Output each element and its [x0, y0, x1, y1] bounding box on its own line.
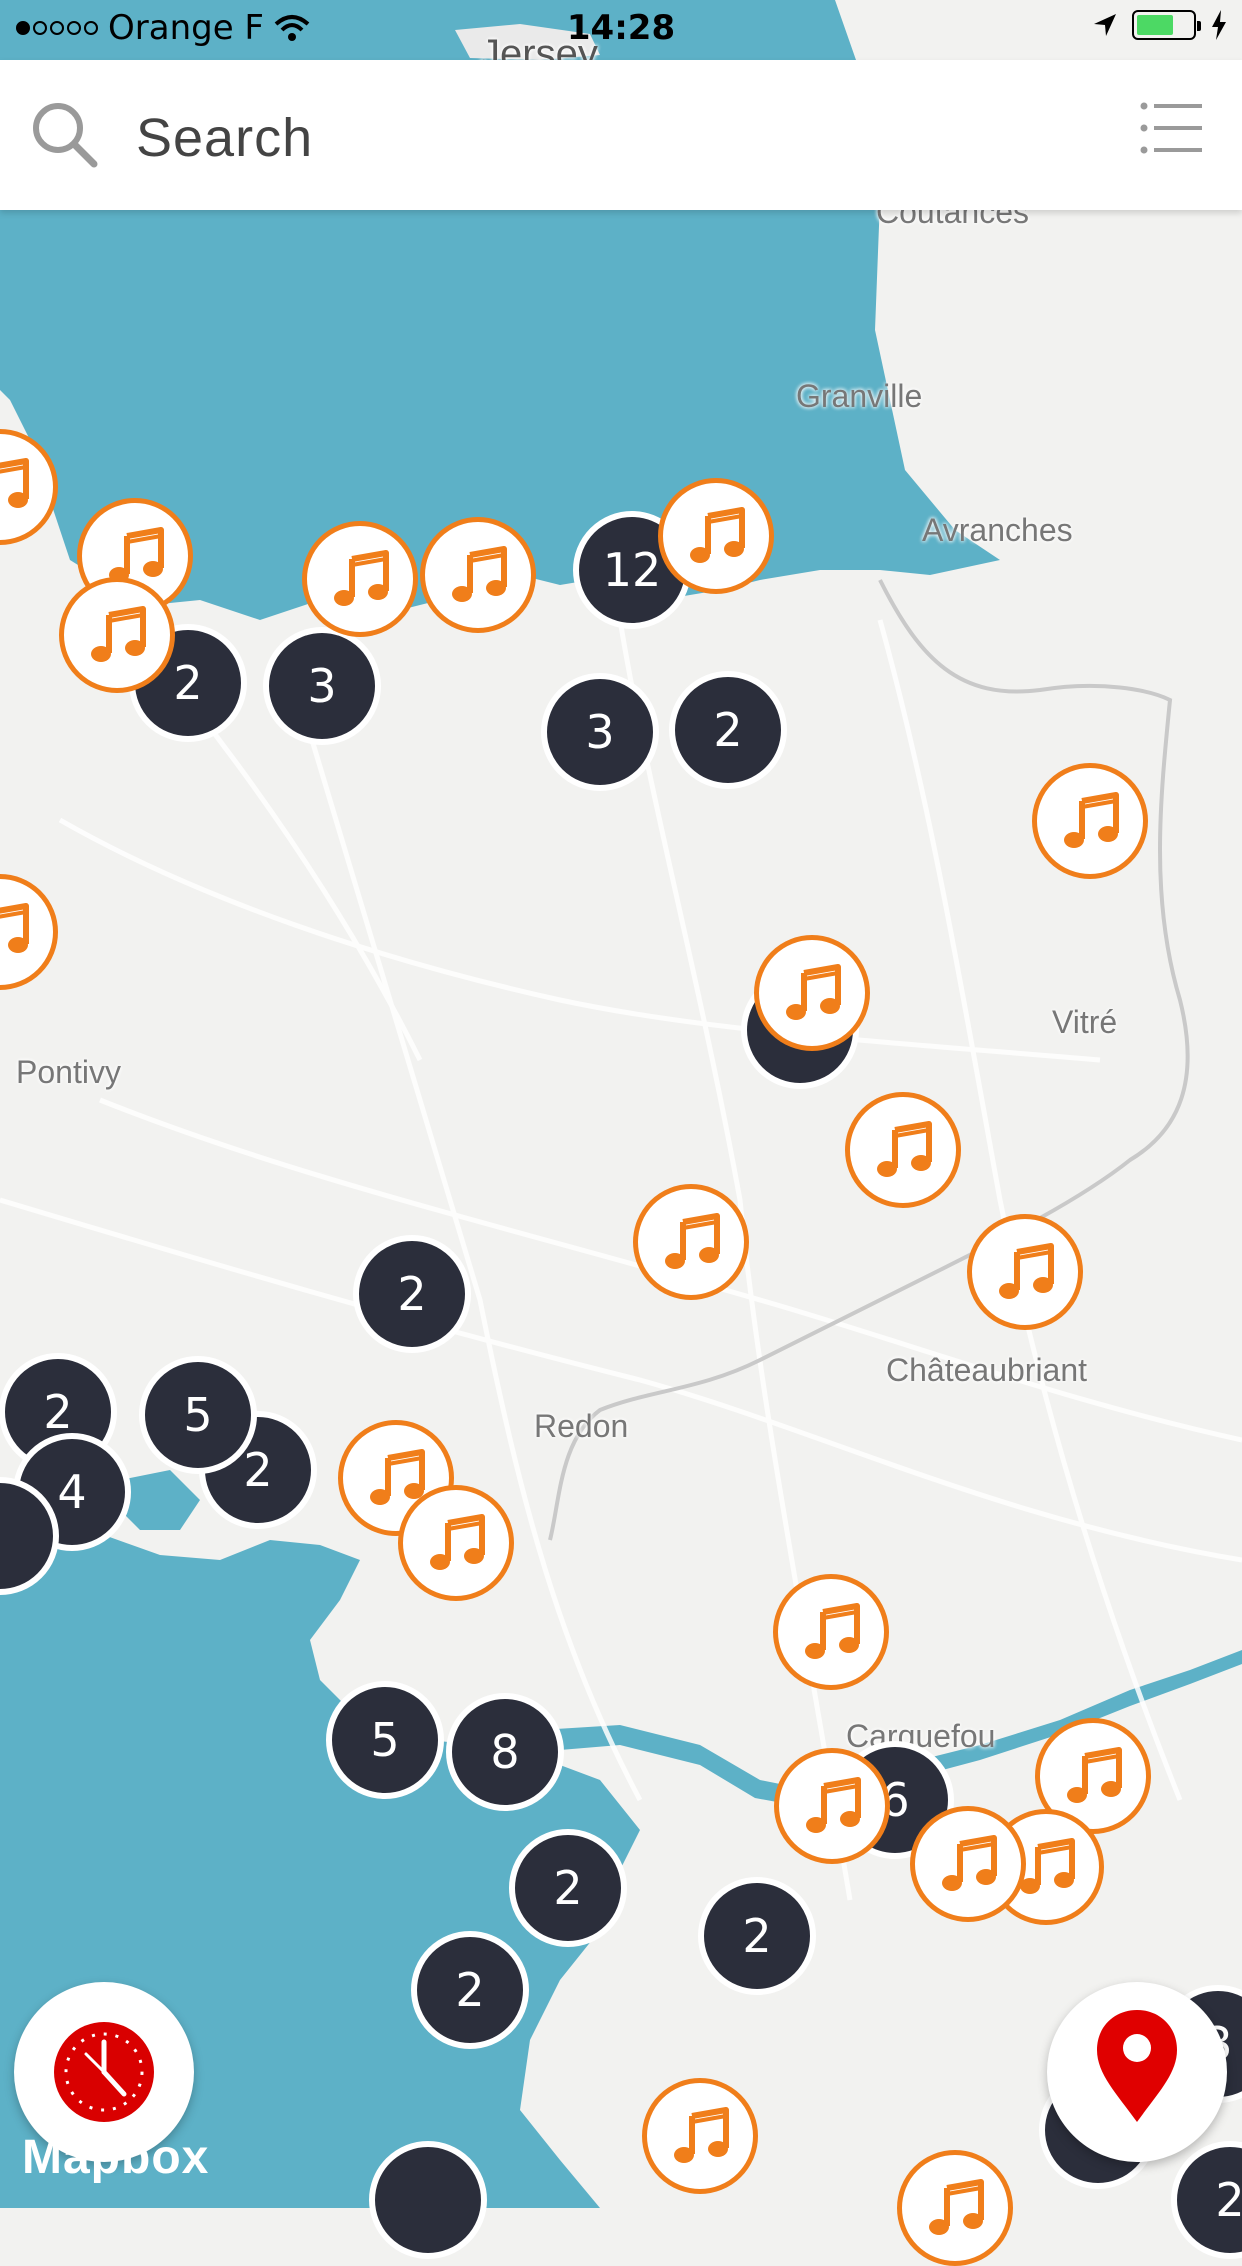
- cluster-marker[interactable]: 2: [509, 1829, 627, 1947]
- cluster-marker[interactable]: 8: [446, 1693, 564, 1811]
- place-label-pontivy: Pontivy: [16, 1054, 121, 1090]
- cluster-marker[interactable]: 3: [263, 627, 381, 745]
- music-event-marker[interactable]: [774, 1748, 890, 1864]
- music-event-marker[interactable]: [642, 2078, 758, 2194]
- music-event-marker[interactable]: [658, 478, 774, 594]
- cluster-marker[interactable]: [369, 2141, 487, 2259]
- music-note-icon: [877, 1121, 932, 1177]
- locate-me-button[interactable]: [1047, 1982, 1227, 2162]
- search-bar: [0, 60, 1242, 210]
- music-event-marker[interactable]: [398, 1485, 514, 1601]
- music-note-icon: [786, 964, 841, 1020]
- place-label-granville: Granville: [796, 378, 923, 414]
- music-note-icon: [1064, 792, 1119, 848]
- music-note-icon: [806, 1777, 861, 1833]
- cluster-marker[interactable]: 2: [669, 671, 787, 789]
- music-note-icon: [805, 1603, 860, 1659]
- music-note-icon: [690, 507, 745, 563]
- music-note-icon: [0, 458, 29, 508]
- music-note-icon: [334, 550, 389, 606]
- music-event-marker[interactable]: [420, 517, 536, 633]
- place-label-redon: Redon: [534, 1408, 629, 1444]
- map-pin-icon: [1097, 2010, 1177, 2122]
- cluster-marker[interactable]: 2: [698, 1877, 816, 1995]
- cluster-marker[interactable]: 3: [541, 673, 659, 791]
- list-menu-icon[interactable]: [1138, 98, 1202, 158]
- location-arrow-icon: [1094, 14, 1116, 36]
- music-note-icon: [674, 2107, 729, 2163]
- music-note-icon: [91, 606, 146, 662]
- status-time: 14:28: [566, 8, 676, 48]
- cluster-marker[interactable]: 2: [411, 1931, 529, 2049]
- status-right: [1092, 10, 1228, 40]
- music-note-icon: [430, 1514, 485, 1570]
- music-note-icon: [665, 1213, 720, 1269]
- music-event-marker[interactable]: [754, 935, 870, 1051]
- music-event-marker[interactable]: [910, 1806, 1026, 1922]
- music-event-marker[interactable]: [773, 1574, 889, 1690]
- search-input[interactable]: [134, 102, 1038, 174]
- place-label-avranches: Avranches: [922, 512, 1073, 548]
- mapbox-logo: Mapbox: [22, 2131, 210, 2184]
- music-note-icon: [452, 546, 507, 602]
- music-event-marker[interactable]: [845, 1092, 961, 1208]
- music-note-icon: [942, 1835, 997, 1891]
- music-event-marker[interactable]: [59, 577, 175, 693]
- battery-icon: [1132, 10, 1201, 40]
- place-label-chateaubriant: Châteaubriant: [886, 1352, 1088, 1388]
- music-event-marker[interactable]: [302, 521, 418, 637]
- cluster-marker[interactable]: 5: [326, 1681, 444, 1799]
- cluster-marker[interactable]: 5: [139, 1356, 257, 1474]
- cluster-marker[interactable]: 2: [353, 1235, 471, 1353]
- music-event-marker[interactable]: [967, 1214, 1083, 1330]
- music-note-icon: [0, 903, 29, 953]
- music-note-icon: [999, 1243, 1054, 1299]
- search-icon[interactable]: [28, 98, 100, 170]
- music-note-icon: [1067, 1747, 1122, 1803]
- music-event-marker[interactable]: [633, 1184, 749, 1300]
- music-event-marker[interactable]: [897, 2150, 1013, 2266]
- place-label-vitre: Vitré: [1052, 1004, 1118, 1040]
- music-note-icon: [929, 2179, 984, 2235]
- charging-icon: [1212, 10, 1226, 40]
- status-bar: Orange F 14:28: [0, 0, 1242, 60]
- music-event-marker[interactable]: [1032, 763, 1148, 879]
